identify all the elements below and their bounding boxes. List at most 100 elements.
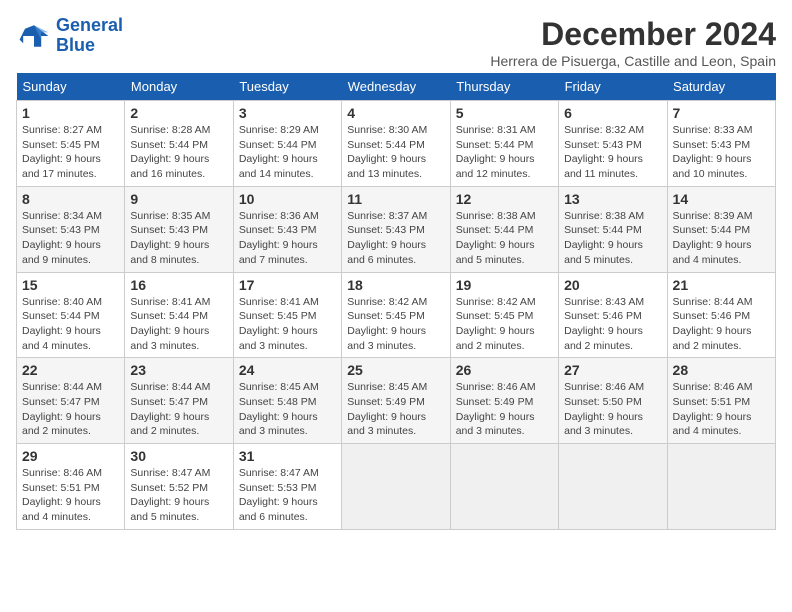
logo-icon [16,18,52,54]
calendar-cell: 2 Sunrise: 8:28 AMSunset: 5:44 PMDaylight… [125,101,233,187]
calendar-week-row: 29 Sunrise: 8:46 AMSunset: 5:51 PMDayligh… [17,444,776,530]
calendar-cell: 25 Sunrise: 8:45 AMSunset: 5:49 PMDayligh… [342,358,450,444]
calendar-cell: 21Sunrise: 8:44 AMSunset: 5:46 PMDayligh… [667,272,775,358]
cell-sun-info: Sunrise: 8:29 AMSunset: 5:44 PMDaylight:… [239,123,336,182]
cell-sun-info: Sunrise: 8:28 AMSunset: 5:44 PMDaylight:… [130,123,227,182]
calendar-cell: 5 Sunrise: 8:31 AMSunset: 5:44 PMDaylight… [450,101,558,187]
cell-date-number: 10 [239,191,336,207]
calendar-week-row: 1 Sunrise: 8:27 AMSunset: 5:45 PMDaylight… [17,101,776,187]
cell-date-number: 12 [456,191,553,207]
cell-date-number: 1 [22,105,119,121]
cell-sun-info: Sunrise: 8:39 AMSunset: 5:44 PMDaylight:… [673,209,770,268]
cell-date-number: 21 [673,277,770,293]
title-block: December 2024 Herrera de Pisuerga, Casti… [490,16,776,69]
cell-sun-info: Sunrise: 8:31 AMSunset: 5:44 PMDaylight:… [456,123,553,182]
cell-sun-info: Sunrise: 8:45 AMSunset: 5:49 PMDaylight:… [347,380,444,439]
cell-date-number: 18 [347,277,444,293]
cell-sun-info: Sunrise: 8:42 AMSunset: 5:45 PMDaylight:… [456,295,553,354]
cell-date-number: 24 [239,362,336,378]
month-title: December 2024 [490,16,776,53]
cell-date-number: 8 [22,191,119,207]
cell-date-number: 4 [347,105,444,121]
calendar-cell: 28 Sunrise: 8:46 AMSunset: 5:51 PMDayligh… [667,358,775,444]
logo-text: General Blue [56,16,123,56]
cell-sun-info: Sunrise: 8:46 AMSunset: 5:50 PMDaylight:… [564,380,661,439]
cell-date-number: 19 [456,277,553,293]
calendar-cell: 6 Sunrise: 8:32 AMSunset: 5:43 PMDaylight… [559,101,667,187]
calendar-header-row: SundayMondayTuesdayWednesdayThursdayFrid… [17,73,776,101]
calendar-cell: 23 Sunrise: 8:44 AMSunset: 5:47 PMDayligh… [125,358,233,444]
cell-sun-info: Sunrise: 8:37 AMSunset: 5:43 PMDaylight:… [347,209,444,268]
cell-date-number: 5 [456,105,553,121]
calendar-cell: 26 Sunrise: 8:46 AMSunset: 5:49 PMDayligh… [450,358,558,444]
cell-sun-info: Sunrise: 8:41 AMSunset: 5:44 PMDaylight:… [130,295,227,354]
day-header-saturday: Saturday [667,73,775,101]
cell-sun-info: Sunrise: 8:44 AMSunset: 5:47 PMDaylight:… [130,380,227,439]
calendar-cell: 30Sunrise: 8:47 AMSunset: 5:52 PMDayligh… [125,444,233,530]
day-header-monday: Monday [125,73,233,101]
cell-date-number: 31 [239,448,336,464]
day-header-tuesday: Tuesday [233,73,341,101]
calendar-cell: 7Sunrise: 8:33 AMSunset: 5:43 PMDaylight… [667,101,775,187]
cell-date-number: 25 [347,362,444,378]
cell-sun-info: Sunrise: 8:44 AMSunset: 5:47 PMDaylight:… [22,380,119,439]
calendar-cell: 24 Sunrise: 8:45 AMSunset: 5:48 PMDayligh… [233,358,341,444]
cell-sun-info: Sunrise: 8:32 AMSunset: 5:43 PMDaylight:… [564,123,661,182]
cell-date-number: 28 [673,362,770,378]
cell-sun-info: Sunrise: 8:40 AMSunset: 5:44 PMDaylight:… [22,295,119,354]
calendar-week-row: 22 Sunrise: 8:44 AMSunset: 5:47 PMDayligh… [17,358,776,444]
cell-sun-info: Sunrise: 8:47 AMSunset: 5:52 PMDaylight:… [130,466,227,525]
cell-date-number: 14 [673,191,770,207]
cell-sun-info: Sunrise: 8:38 AMSunset: 5:44 PMDaylight:… [564,209,661,268]
cell-date-number: 9 [130,191,227,207]
cell-sun-info: Sunrise: 8:46 AMSunset: 5:51 PMDaylight:… [22,466,119,525]
cell-date-number: 17 [239,277,336,293]
calendar-cell: 14 Sunrise: 8:39 AMSunset: 5:44 PMDayligh… [667,186,775,272]
cell-sun-info: Sunrise: 8:46 AMSunset: 5:49 PMDaylight:… [456,380,553,439]
calendar-cell: 17Sunrise: 8:41 AMSunset: 5:45 PMDayligh… [233,272,341,358]
cell-date-number: 16 [130,277,227,293]
cell-sun-info: Sunrise: 8:27 AMSunset: 5:45 PMDaylight:… [22,123,119,182]
cell-sun-info: Sunrise: 8:35 AMSunset: 5:43 PMDaylight:… [130,209,227,268]
calendar-cell: 16 Sunrise: 8:41 AMSunset: 5:44 PMDayligh… [125,272,233,358]
calendar-cell: 10 Sunrise: 8:36 AMSunset: 5:43 PMDayligh… [233,186,341,272]
cell-date-number: 29 [22,448,119,464]
cell-date-number: 3 [239,105,336,121]
day-header-thursday: Thursday [450,73,558,101]
cell-date-number: 27 [564,362,661,378]
calendar-cell: 1 Sunrise: 8:27 AMSunset: 5:45 PMDaylight… [17,101,125,187]
calendar-cell: 9 Sunrise: 8:35 AMSunset: 5:43 PMDaylight… [125,186,233,272]
day-header-sunday: Sunday [17,73,125,101]
calendar-cell: 19 Sunrise: 8:42 AMSunset: 5:45 PMDayligh… [450,272,558,358]
cell-sun-info: Sunrise: 8:33 AMSunset: 5:43 PMDaylight:… [673,123,770,182]
calendar-cell [450,444,558,530]
page-header: General Blue December 2024 Herrera de Pi… [16,16,776,69]
cell-date-number: 26 [456,362,553,378]
cell-date-number: 23 [130,362,227,378]
logo: General Blue [16,16,123,56]
calendar-cell [559,444,667,530]
cell-sun-info: Sunrise: 8:30 AMSunset: 5:44 PMDaylight:… [347,123,444,182]
cell-date-number: 20 [564,277,661,293]
cell-date-number: 11 [347,191,444,207]
calendar-cell: 20Sunrise: 8:43 AMSunset: 5:46 PMDayligh… [559,272,667,358]
cell-sun-info: Sunrise: 8:45 AMSunset: 5:48 PMDaylight:… [239,380,336,439]
cell-sun-info: Sunrise: 8:42 AMSunset: 5:45 PMDaylight:… [347,295,444,354]
calendar-week-row: 15 Sunrise: 8:40 AMSunset: 5:44 PMDayligh… [17,272,776,358]
cell-date-number: 2 [130,105,227,121]
cell-date-number: 15 [22,277,119,293]
calendar-cell: 3 Sunrise: 8:29 AMSunset: 5:44 PMDaylight… [233,101,341,187]
calendar-cell: 8Sunrise: 8:34 AMSunset: 5:43 PMDaylight… [17,186,125,272]
cell-sun-info: Sunrise: 8:47 AMSunset: 5:53 PMDaylight:… [239,466,336,525]
cell-sun-info: Sunrise: 8:36 AMSunset: 5:43 PMDaylight:… [239,209,336,268]
cell-sun-info: Sunrise: 8:46 AMSunset: 5:51 PMDaylight:… [673,380,770,439]
cell-sun-info: Sunrise: 8:38 AMSunset: 5:44 PMDaylight:… [456,209,553,268]
calendar-table: SundayMondayTuesdayWednesdayThursdayFrid… [16,73,776,530]
calendar-cell: 4 Sunrise: 8:30 AMSunset: 5:44 PMDaylight… [342,101,450,187]
cell-date-number: 22 [22,362,119,378]
calendar-cell [667,444,775,530]
location: Herrera de Pisuerga, Castille and Leon, … [490,53,776,69]
cell-date-number: 6 [564,105,661,121]
calendar-cell: 31 Sunrise: 8:47 AMSunset: 5:53 PMDayligh… [233,444,341,530]
cell-date-number: 13 [564,191,661,207]
